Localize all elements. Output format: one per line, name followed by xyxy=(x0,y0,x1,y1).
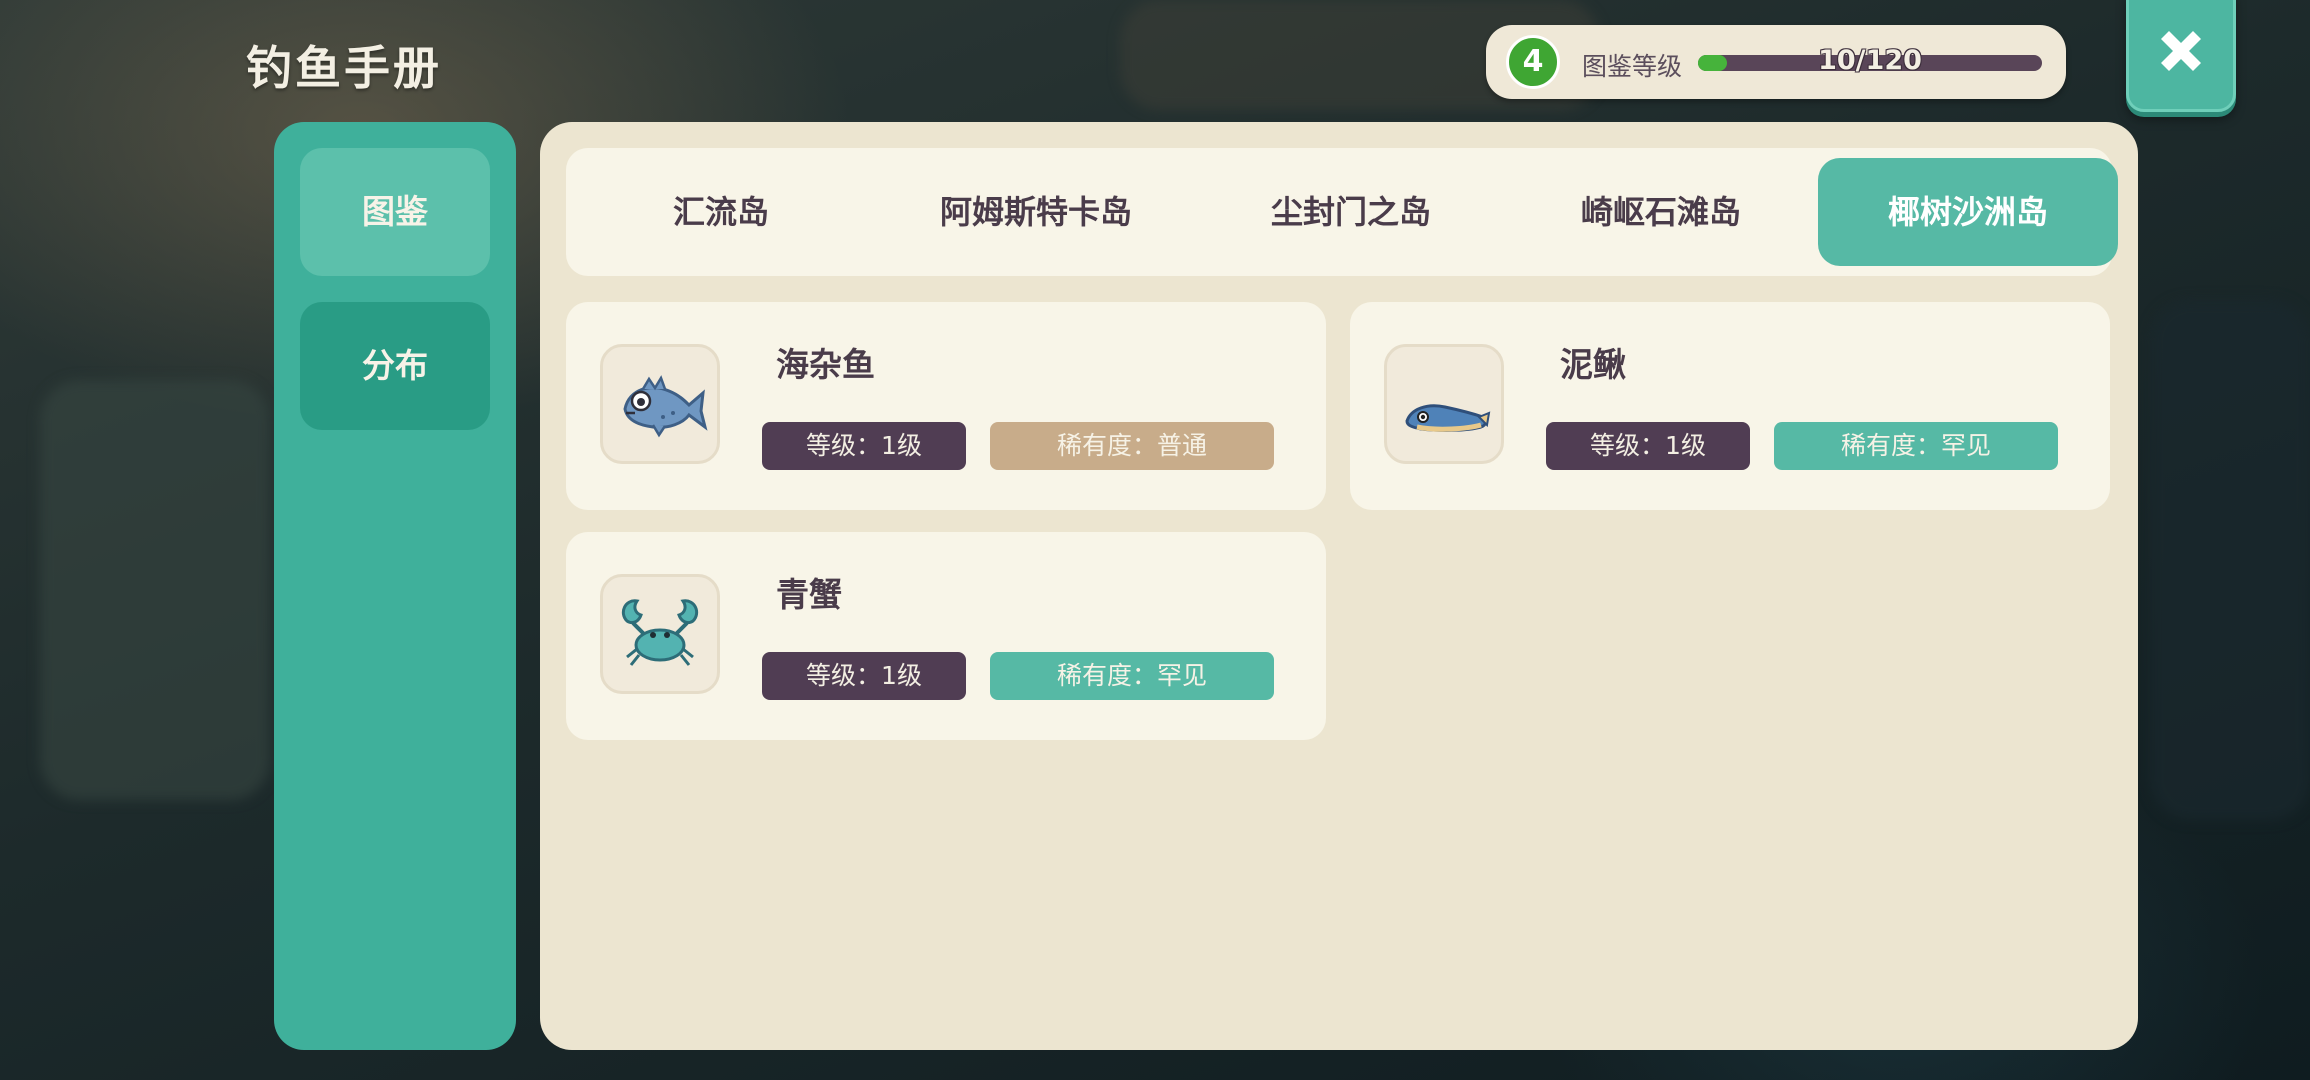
tab-sealed-gate-island[interactable]: 尘封门之岛 xyxy=(1206,158,1496,266)
close-button[interactable] xyxy=(2126,0,2236,112)
background-shape xyxy=(2150,300,2310,820)
fish-name: 海杂鱼 xyxy=(776,345,875,384)
main-panel: 汇流岛 阿姆斯特卡岛 尘封门之岛 崎岖石滩岛 椰树沙洲岛 海杂鱼 等级：1级 稀… xyxy=(540,122,2138,1050)
island-tab-bar: 汇流岛 阿姆斯特卡岛 尘封门之岛 崎岖石滩岛 椰树沙洲岛 xyxy=(566,148,2118,276)
level-progress-text: 10/120 xyxy=(1818,45,1922,76)
fish-level-tag: 等级：1级 xyxy=(1546,422,1750,470)
tab-amsterka-island[interactable]: 阿姆斯特卡岛 xyxy=(886,158,1186,266)
fish-card[interactable]: 海杂鱼 等级：1级 稀有度：普通 xyxy=(566,302,1326,510)
fish-level-tag: 等级：1级 xyxy=(762,422,966,470)
close-icon xyxy=(2161,31,2201,71)
fish-rarity-tag: 稀有度：罕见 xyxy=(1774,422,2058,470)
level-label: 图鉴等级 xyxy=(1582,52,1683,81)
fish-rarity-tag: 稀有度：罕见 xyxy=(990,652,1274,700)
sidebar-item-distribution[interactable]: 分布 xyxy=(300,302,490,430)
fish-rarity-tag: 稀有度：普通 xyxy=(990,422,1274,470)
fish-level-tag: 等级：1级 xyxy=(762,652,966,700)
fish-card[interactable]: 青蟹 等级：1级 稀有度：罕见 xyxy=(566,532,1326,740)
sidebar-item-atlas[interactable]: 图鉴 xyxy=(300,148,490,276)
page-title: 钓鱼手册 xyxy=(246,41,442,95)
level-badge: 4 xyxy=(1506,35,1560,89)
loach-icon xyxy=(1405,404,1491,432)
fish-icon-frame xyxy=(600,344,720,464)
level-progress-track: 10/120 xyxy=(1698,45,2042,76)
tab-confluence-island[interactable]: 汇流岛 xyxy=(576,158,866,266)
crab-icon xyxy=(621,599,699,666)
sidebar: 图鉴 分布 xyxy=(274,122,516,1050)
fish-name: 青蟹 xyxy=(776,575,842,614)
spiky-fish-icon xyxy=(623,375,708,438)
fish-card[interactable]: 泥鳅 等级：1级 稀有度：罕见 xyxy=(1350,302,2110,510)
tab-coconut-sandbar-island[interactable]: 椰树沙洲岛 xyxy=(1818,158,2118,266)
fish-icon-frame xyxy=(600,574,720,694)
tab-rugged-beach-island[interactable]: 崎岖石滩岛 xyxy=(1516,158,1806,266)
atlas-level-bar: 4 图鉴等级 10/120 xyxy=(1486,25,2066,99)
background-shape xyxy=(40,380,270,800)
fish-name: 泥鳅 xyxy=(1560,345,1626,384)
fish-icon-frame xyxy=(1384,344,1504,464)
